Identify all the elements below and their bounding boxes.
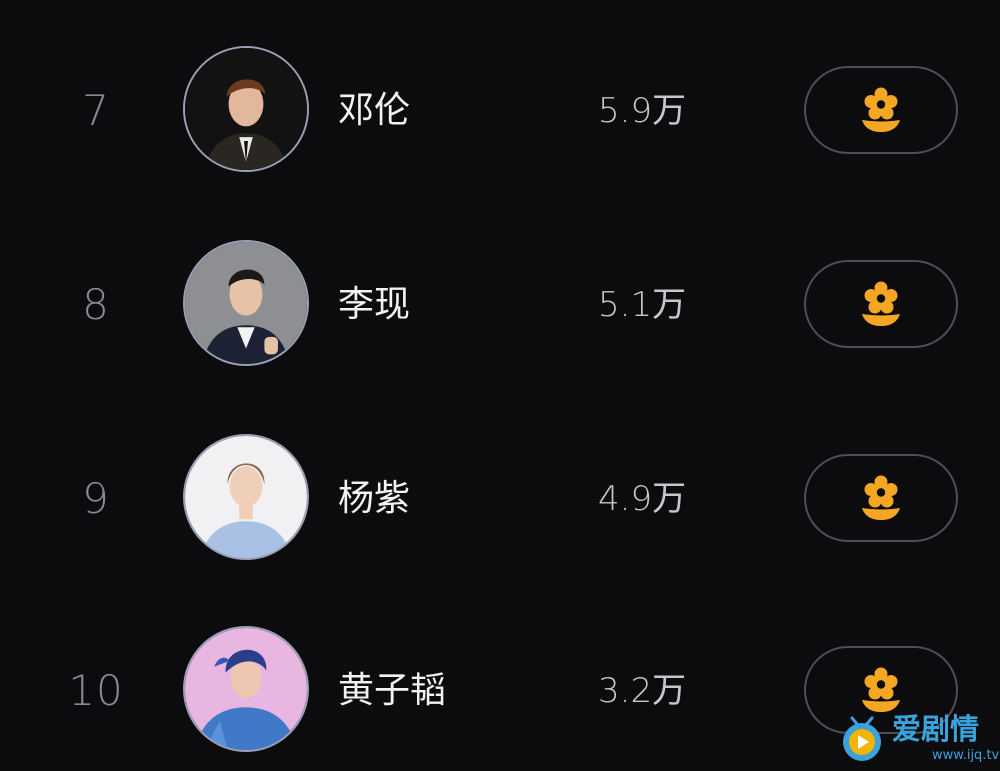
vote-count: 5.1万	[598, 285, 687, 325]
avatar[interactable]	[183, 46, 309, 172]
avatar-photo-icon	[185, 242, 307, 364]
send-flower-button[interactable]	[804, 260, 958, 348]
flower-icon	[862, 281, 900, 326]
ranking-row: 7 邓伦 5.9万	[0, 46, 1000, 176]
vote-count: 3.2万	[598, 671, 687, 711]
celebrity-name: 李现	[338, 284, 411, 325]
ranking-row: 9 杨紫 4.9万	[0, 434, 1000, 564]
avatar[interactable]	[183, 240, 309, 366]
flower-icon	[862, 87, 900, 132]
celebrity-name: 黄子韬	[338, 670, 447, 711]
avatar-photo-icon	[185, 628, 307, 750]
tv-play-logo-icon	[843, 716, 881, 761]
flower-icon	[862, 475, 900, 520]
avatar[interactable]	[183, 434, 309, 560]
site-watermark: 爱剧情 www.ijq.tv	[836, 712, 1000, 771]
send-flower-button[interactable]	[804, 454, 958, 542]
celebrity-name: 邓伦	[338, 90, 411, 131]
flower-icon	[862, 667, 900, 712]
vote-count: 5.9万	[598, 91, 687, 131]
ranking-row: 8 李现 5.1万	[0, 240, 1000, 370]
avatar-photo-icon	[185, 436, 307, 558]
rank-number: 10	[68, 666, 124, 715]
avatar-photo-icon	[185, 48, 307, 170]
vote-count: 4.9万	[598, 479, 687, 519]
celebrity-name: 杨紫	[338, 478, 411, 519]
watermark-title: 爱剧情	[892, 712, 980, 746]
avatar[interactable]	[183, 626, 309, 752]
ranking-list: 7 邓伦 5.9万 8 李现 5.1万 9 杨紫 4.9万 10 黄子韬 3.2…	[0, 0, 1000, 771]
rank-number: 9	[82, 474, 110, 523]
watermark-url: www.ijq.tv	[932, 748, 1000, 763]
rank-number: 7	[82, 86, 110, 135]
send-flower-button[interactable]	[804, 66, 958, 154]
rank-number: 8	[82, 280, 110, 329]
